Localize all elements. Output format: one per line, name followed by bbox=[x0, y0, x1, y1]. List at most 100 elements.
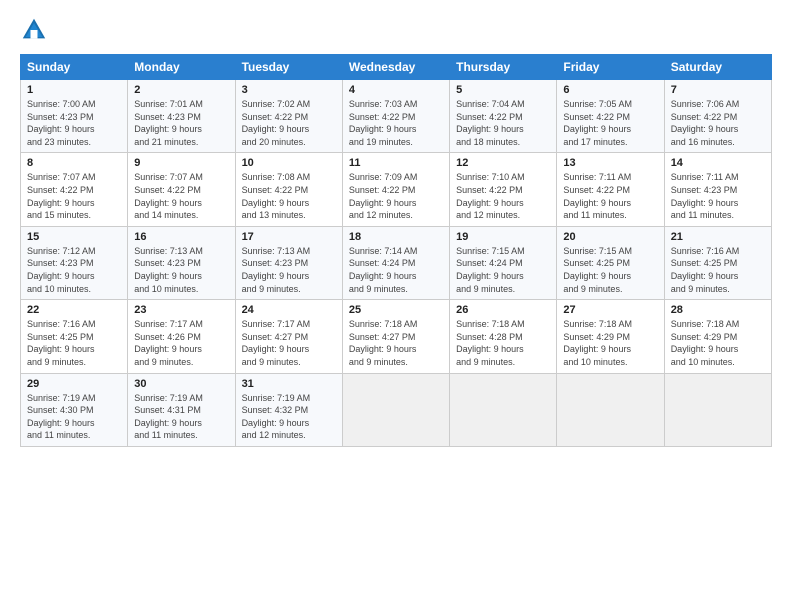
calendar-cell: 1 Sunrise: 7:00 AM Sunset: 4:23 PM Daylig… bbox=[21, 80, 128, 153]
calendar-cell: 2 Sunrise: 7:01 AM Sunset: 4:23 PM Daylig… bbox=[128, 80, 235, 153]
calendar-cell: 31 Sunrise: 7:19 AM Sunset: 4:32 PM Dayli… bbox=[235, 373, 342, 446]
calendar-cell: 22Sunrise: 7:16 AM Sunset: 4:25 PM Dayli… bbox=[21, 300, 128, 373]
calendar-cell: 15 Sunrise: 7:12 AM Sunset: 4:23 PM Dayli… bbox=[21, 226, 128, 299]
calendar-table: SundayMondayTuesdayWednesdayThursdayFrid… bbox=[20, 54, 772, 447]
day-info: Sunrise: 7:18 AM Sunset: 4:28 PM Dayligh… bbox=[456, 318, 550, 368]
calendar-cell: 24 Sunrise: 7:17 AM Sunset: 4:27 PM Dayli… bbox=[235, 300, 342, 373]
calendar-cell: 9 Sunrise: 7:07 AM Sunset: 4:22 PM Daylig… bbox=[128, 153, 235, 226]
calendar-cell: 20 Sunrise: 7:15 AM Sunset: 4:25 PM Dayli… bbox=[557, 226, 664, 299]
calendar-cell bbox=[342, 373, 449, 446]
calendar-cell: 27 Sunrise: 7:18 AM Sunset: 4:29 PM Dayli… bbox=[557, 300, 664, 373]
calendar-cell: 11Sunrise: 7:09 AM Sunset: 4:22 PM Dayli… bbox=[342, 153, 449, 226]
day-info: Sunrise: 7:07 AM Sunset: 4:22 PM Dayligh… bbox=[27, 171, 121, 221]
day-info: Sunrise: 7:19 AM Sunset: 4:30 PM Dayligh… bbox=[27, 392, 121, 442]
logo bbox=[20, 16, 52, 44]
day-info: Sunrise: 7:13 AM Sunset: 4:23 PM Dayligh… bbox=[242, 245, 336, 295]
week-row-0: 1 Sunrise: 7:00 AM Sunset: 4:23 PM Daylig… bbox=[21, 80, 772, 153]
day-info: Sunrise: 7:06 AM Sunset: 4:22 PM Dayligh… bbox=[671, 98, 765, 148]
calendar-cell: 10Sunrise: 7:08 AM Sunset: 4:22 PM Dayli… bbox=[235, 153, 342, 226]
calendar-body: 1 Sunrise: 7:00 AM Sunset: 4:23 PM Daylig… bbox=[21, 80, 772, 447]
calendar-cell: 18Sunrise: 7:14 AM Sunset: 4:24 PM Dayli… bbox=[342, 226, 449, 299]
calendar-cell bbox=[450, 373, 557, 446]
day-info: Sunrise: 7:15 AM Sunset: 4:25 PM Dayligh… bbox=[563, 245, 657, 295]
day-number: 25 bbox=[349, 304, 443, 316]
calendar-header: SundayMondayTuesdayWednesdayThursdayFrid… bbox=[21, 55, 772, 80]
day-number: 12 bbox=[456, 157, 550, 169]
day-number: 29 bbox=[27, 378, 121, 390]
day-info: Sunrise: 7:18 AM Sunset: 4:29 PM Dayligh… bbox=[671, 318, 765, 368]
day-info: Sunrise: 7:13 AM Sunset: 4:23 PM Dayligh… bbox=[134, 245, 228, 295]
calendar-cell: 3 Sunrise: 7:02 AM Sunset: 4:22 PM Daylig… bbox=[235, 80, 342, 153]
calendar-cell: 17Sunrise: 7:13 AM Sunset: 4:23 PM Dayli… bbox=[235, 226, 342, 299]
day-info: Sunrise: 7:02 AM Sunset: 4:22 PM Dayligh… bbox=[242, 98, 336, 148]
day-info: Sunrise: 7:19 AM Sunset: 4:32 PM Dayligh… bbox=[242, 392, 336, 442]
day-number: 21 bbox=[671, 231, 765, 243]
day-number: 20 bbox=[563, 231, 657, 243]
page: SundayMondayTuesdayWednesdayThursdayFrid… bbox=[0, 0, 792, 612]
header-day-wednesday: Wednesday bbox=[342, 55, 449, 80]
calendar-cell: 5 Sunrise: 7:04 AM Sunset: 4:22 PM Daylig… bbox=[450, 80, 557, 153]
week-row-3: 22Sunrise: 7:16 AM Sunset: 4:25 PM Dayli… bbox=[21, 300, 772, 373]
week-row-1: 8 Sunrise: 7:07 AM Sunset: 4:22 PM Daylig… bbox=[21, 153, 772, 226]
day-number: 16 bbox=[134, 231, 228, 243]
day-info: Sunrise: 7:18 AM Sunset: 4:29 PM Dayligh… bbox=[563, 318, 657, 368]
day-number: 22 bbox=[27, 304, 121, 316]
day-number: 27 bbox=[563, 304, 657, 316]
calendar-cell: 25 Sunrise: 7:18 AM Sunset: 4:27 PM Dayli… bbox=[342, 300, 449, 373]
calendar-cell: 6Sunrise: 7:05 AM Sunset: 4:22 PM Daylig… bbox=[557, 80, 664, 153]
calendar-cell: 21 Sunrise: 7:16 AM Sunset: 4:25 PM Dayli… bbox=[664, 226, 771, 299]
logo-icon bbox=[20, 16, 48, 44]
day-number: 5 bbox=[456, 84, 550, 96]
day-info: Sunrise: 7:17 AM Sunset: 4:26 PM Dayligh… bbox=[134, 318, 228, 368]
header-day-monday: Monday bbox=[128, 55, 235, 80]
day-number: 28 bbox=[671, 304, 765, 316]
calendar-cell: 8 Sunrise: 7:07 AM Sunset: 4:22 PM Daylig… bbox=[21, 153, 128, 226]
calendar-cell: 4 Sunrise: 7:03 AM Sunset: 4:22 PM Daylig… bbox=[342, 80, 449, 153]
calendar-cell: 30Sunrise: 7:19 AM Sunset: 4:31 PM Dayli… bbox=[128, 373, 235, 446]
calendar-cell: 14Sunrise: 7:11 AM Sunset: 4:23 PM Dayli… bbox=[664, 153, 771, 226]
day-number: 2 bbox=[134, 84, 228, 96]
day-info: Sunrise: 7:01 AM Sunset: 4:23 PM Dayligh… bbox=[134, 98, 228, 148]
day-number: 31 bbox=[242, 378, 336, 390]
day-info: Sunrise: 7:09 AM Sunset: 4:22 PM Dayligh… bbox=[349, 171, 443, 221]
day-number: 13 bbox=[563, 157, 657, 169]
calendar-cell bbox=[664, 373, 771, 446]
day-number: 3 bbox=[242, 84, 336, 96]
day-number: 24 bbox=[242, 304, 336, 316]
header-day-thursday: Thursday bbox=[450, 55, 557, 80]
day-info: Sunrise: 7:03 AM Sunset: 4:22 PM Dayligh… bbox=[349, 98, 443, 148]
day-number: 26 bbox=[456, 304, 550, 316]
day-info: Sunrise: 7:10 AM Sunset: 4:22 PM Dayligh… bbox=[456, 171, 550, 221]
calendar-cell bbox=[557, 373, 664, 446]
header-day-sunday: Sunday bbox=[21, 55, 128, 80]
day-number: 7 bbox=[671, 84, 765, 96]
day-number: 10 bbox=[242, 157, 336, 169]
day-info: Sunrise: 7:12 AM Sunset: 4:23 PM Dayligh… bbox=[27, 245, 121, 295]
day-info: Sunrise: 7:15 AM Sunset: 4:24 PM Dayligh… bbox=[456, 245, 550, 295]
day-number: 4 bbox=[349, 84, 443, 96]
header bbox=[20, 16, 772, 44]
day-info: Sunrise: 7:11 AM Sunset: 4:23 PM Dayligh… bbox=[671, 171, 765, 221]
day-number: 18 bbox=[349, 231, 443, 243]
day-info: Sunrise: 7:04 AM Sunset: 4:22 PM Dayligh… bbox=[456, 98, 550, 148]
day-info: Sunrise: 7:07 AM Sunset: 4:22 PM Dayligh… bbox=[134, 171, 228, 221]
day-number: 8 bbox=[27, 157, 121, 169]
day-info: Sunrise: 7:00 AM Sunset: 4:23 PM Dayligh… bbox=[27, 98, 121, 148]
week-row-4: 29 Sunrise: 7:19 AM Sunset: 4:30 PM Dayli… bbox=[21, 373, 772, 446]
day-info: Sunrise: 7:05 AM Sunset: 4:22 PM Dayligh… bbox=[563, 98, 657, 148]
calendar-cell: 26 Sunrise: 7:18 AM Sunset: 4:28 PM Dayli… bbox=[450, 300, 557, 373]
calendar-cell: 16 Sunrise: 7:13 AM Sunset: 4:23 PM Dayli… bbox=[128, 226, 235, 299]
header-day-friday: Friday bbox=[557, 55, 664, 80]
day-number: 1 bbox=[27, 84, 121, 96]
header-day-saturday: Saturday bbox=[664, 55, 771, 80]
calendar-cell: 13 Sunrise: 7:11 AM Sunset: 4:22 PM Dayli… bbox=[557, 153, 664, 226]
day-number: 19 bbox=[456, 231, 550, 243]
day-info: Sunrise: 7:18 AM Sunset: 4:27 PM Dayligh… bbox=[349, 318, 443, 368]
day-info: Sunrise: 7:16 AM Sunset: 4:25 PM Dayligh… bbox=[671, 245, 765, 295]
day-info: Sunrise: 7:11 AM Sunset: 4:22 PM Dayligh… bbox=[563, 171, 657, 221]
day-info: Sunrise: 7:17 AM Sunset: 4:27 PM Dayligh… bbox=[242, 318, 336, 368]
header-day-tuesday: Tuesday bbox=[235, 55, 342, 80]
day-number: 15 bbox=[27, 231, 121, 243]
day-number: 9 bbox=[134, 157, 228, 169]
week-row-2: 15 Sunrise: 7:12 AM Sunset: 4:23 PM Dayli… bbox=[21, 226, 772, 299]
